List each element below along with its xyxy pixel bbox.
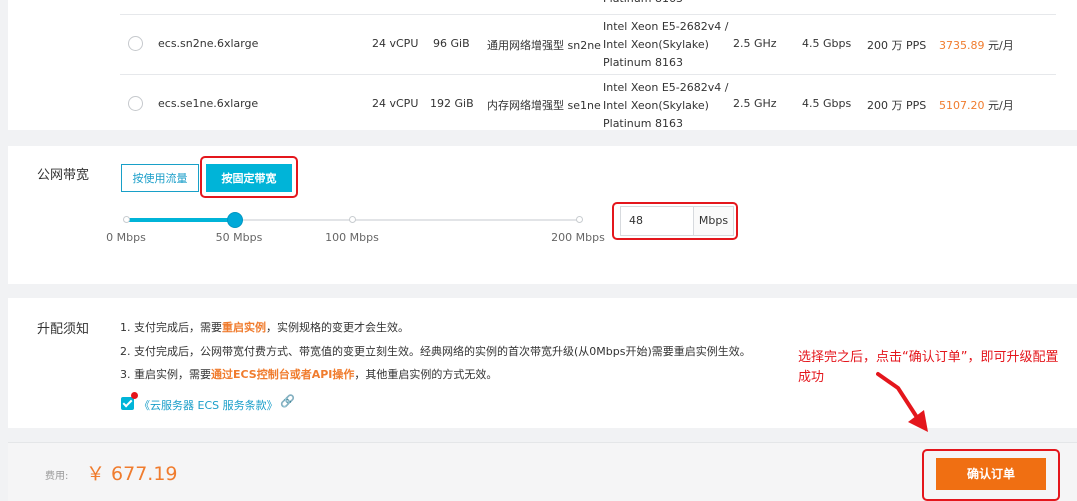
row-divider — [120, 74, 1056, 75]
slider-tick — [349, 216, 356, 223]
slider-label: 50 Mbps — [215, 231, 263, 244]
bandwidth-cell: 4.5 Gbps — [802, 97, 852, 110]
section-title: 公网带宽 — [37, 168, 90, 183]
slider-label: 200 Mbps — [551, 231, 605, 244]
price-value: 3735.89 — [939, 39, 985, 52]
cpu-cell: Platinum 8163 — [603, 0, 683, 8]
console-api-link[interactable]: 通过ECS控制台或者API操作 — [211, 368, 354, 381]
instance-name: ecs.se1ne.6xlarge — [158, 97, 259, 110]
notification-dot — [131, 392, 138, 399]
memory-cell: 96 GiB — [433, 37, 470, 50]
bandwidth-slider-fill — [126, 218, 235, 222]
clock-cell: 2.5 GHz — [733, 97, 777, 110]
highlight-box — [200, 156, 298, 198]
slider-label: 0 Mbps — [106, 231, 146, 244]
instance-radio[interactable] — [128, 96, 143, 111]
clock-cell: 2.5 GHz — [733, 37, 777, 50]
pps-cell: 200 万 PPS — [867, 99, 927, 112]
price-cell: 5107.20 元/月 — [939, 97, 1014, 113]
slider-tick — [576, 216, 583, 223]
price-unit: 元/月 — [984, 39, 1014, 52]
terms-checkbox[interactable] — [121, 397, 134, 410]
price-value: 5107.20 — [939, 99, 985, 112]
instance-table: Platinum 8163 ecs.sn2ne.6xlarge 24 vCPU … — [8, 0, 1077, 130]
vcpu-cell: 24 vCPU — [372, 37, 419, 50]
cpu-cell: Intel Xeon E5-2682v4 / Intel Xeon(Skylak… — [603, 20, 729, 69]
note-highlight: 重启实例 — [222, 321, 266, 334]
slider-tick — [123, 216, 130, 223]
highlight-box — [922, 449, 1060, 501]
section-title: 升配须知 — [37, 322, 90, 337]
instance-radio[interactable] — [128, 36, 143, 51]
note-line: 1. 支付完成后，需要重启实例，实例规格的变更才会生效。 — [120, 321, 409, 334]
bandwidth-slider-handle[interactable] — [227, 212, 244, 228]
fee-value: ￥ 677.19 — [86, 463, 178, 485]
bandwidth-section: 公网带宽 按使用流量 按固定带宽 0 Mbps 50 Mbps 100 Mbps… — [8, 146, 1077, 284]
price-cell: 3735.89 元/月 — [939, 37, 1014, 53]
terms-link[interactable]: 《云服务器 ECS 服务条款》 — [139, 397, 278, 413]
fee-label: 费用: — [45, 471, 69, 482]
pps-cell: 200 万 PPS — [867, 39, 927, 52]
family-cell: 内存网络增强型 se1ne — [487, 99, 601, 112]
arrow-icon — [876, 372, 928, 432]
instance-name: ecs.sn2ne.6xlarge — [158, 37, 259, 50]
link-icon[interactable]: 🔗 — [280, 394, 295, 408]
family-cell: 通用网络增强型 sn2ne — [487, 39, 601, 52]
memory-cell: 192 GiB — [430, 97, 474, 110]
order-footer: 费用: ￥ 677.19 确认订单 — [8, 442, 1077, 501]
cpu-cell: Intel Xeon E5-2682v4 / Intel Xeon(Skylak… — [603, 81, 729, 130]
row-divider — [120, 14, 1056, 15]
slider-label: 100 Mbps — [325, 231, 379, 244]
note-line: 3. 重启实例，需要通过ECS控制台或者API操作，其他重启实例的方式无效。 — [120, 368, 498, 381]
highlight-box — [612, 202, 738, 240]
bandwidth-cell: 4.5 Gbps — [802, 37, 852, 50]
pay-by-traffic-button[interactable]: 按使用流量 — [121, 164, 199, 192]
note-line: 2. 支付完成后，公网带宽付费方式、带宽值的变更立刻生效。经典网络的实例的首次带… — [120, 345, 751, 358]
price-unit: 元/月 — [984, 99, 1014, 112]
vcpu-cell: 24 vCPU — [372, 97, 419, 110]
